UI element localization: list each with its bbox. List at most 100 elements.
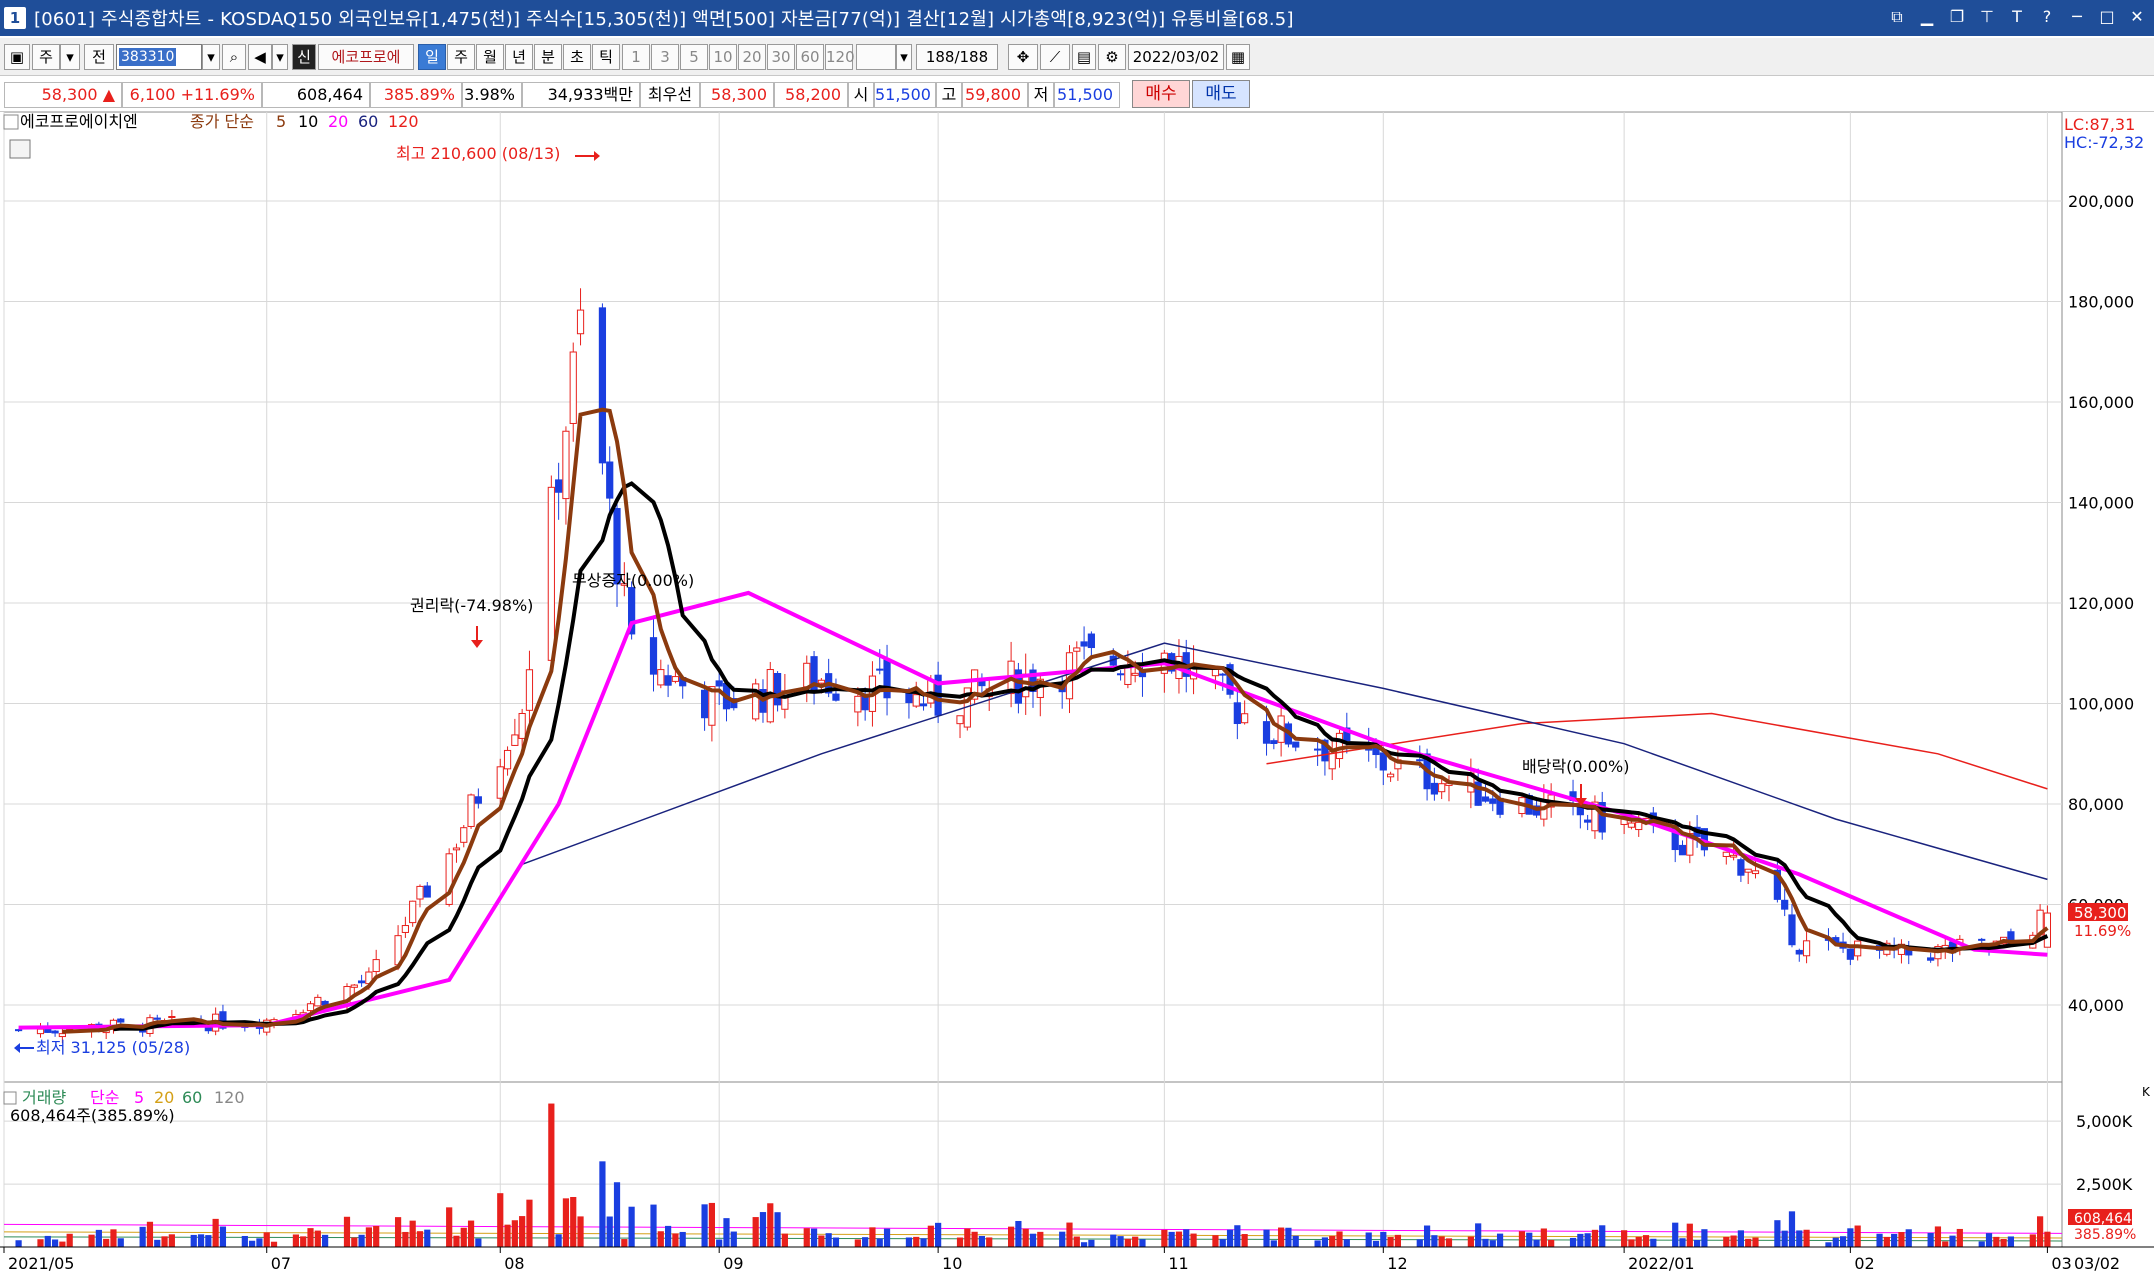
maximize-icon[interactable]: □ — [2096, 6, 2118, 28]
maximize-child-icon[interactable]: ❐ — [1946, 6, 1968, 28]
price-legend-name: 에코프로에이치엔 — [20, 112, 138, 131]
speaker-dropdown-icon[interactable]: ▾ — [272, 44, 288, 70]
volume-bar — [2037, 1216, 2044, 1247]
volume-bar — [803, 1228, 810, 1247]
pin-icon[interactable]: ⊤ — [1976, 6, 1998, 28]
volume-legend-name: 거래량 — [22, 1088, 66, 1107]
help-icon[interactable]: ? — [2036, 6, 2058, 28]
volume-bar — [1985, 1233, 1993, 1247]
interval-custom-input[interactable] — [856, 44, 896, 70]
prev-button[interactable]: 전 — [84, 44, 114, 70]
volume-bar — [1518, 1231, 1526, 1247]
stock-name-field[interactable]: 에코프로에 — [318, 44, 414, 70]
volume-bar — [1219, 1239, 1226, 1247]
period-tab-6[interactable]: 틱 — [592, 44, 620, 70]
candle-body — [1802, 940, 1811, 957]
volume-legend-ma-label: 단순 — [90, 1088, 119, 1107]
new-listing-badge: 신 — [292, 44, 316, 70]
volume-bar — [241, 1235, 248, 1247]
volume-bar — [1569, 1237, 1577, 1247]
stock-code-dropdown-icon[interactable]: ▾ — [202, 44, 220, 70]
period-tab-5[interactable]: 초 — [563, 44, 591, 70]
crosshair-icon[interactable]: ✥ — [1008, 44, 1038, 70]
annotation-dividend: 배당락(0.00%) — [1522, 757, 1629, 776]
period-tab-4[interactable]: 분 — [534, 44, 562, 70]
legend-toggle-icon[interactable] — [3, 114, 19, 130]
search-icon[interactable]: ⌕ — [222, 44, 246, 70]
sell-button[interactable]: 매도 — [1192, 80, 1250, 108]
last-ratio-tag: 385.89% — [2074, 1227, 2136, 1243]
volume-bar — [1263, 1229, 1270, 1247]
candle-body — [1627, 822, 1636, 828]
candle-body — [1729, 854, 1738, 858]
candle-body — [671, 676, 680, 682]
price-chart[interactable]: 40,00060,00080,000100,000120,000140,0001… — [0, 112, 2154, 1277]
interval-button-20[interactable]: 20 — [738, 44, 766, 70]
volume-bar — [1942, 1241, 1949, 1247]
volume-bar — [672, 1233, 679, 1247]
interval-button-5[interactable]: 5 — [680, 44, 708, 70]
candle-body — [58, 1033, 66, 1038]
period-mode-dropdown-icon[interactable]: ▾ — [60, 44, 80, 70]
annotation-rights: 권리락(-74.98%) — [410, 596, 533, 615]
interval-button-3[interactable]: 3 — [651, 44, 679, 70]
volume-bar — [475, 1238, 482, 1247]
volume-bar — [1832, 1237, 1839, 1247]
chart-settings-icon[interactable]: ▣ — [4, 44, 30, 70]
best-ask: 58,300 — [700, 82, 774, 108]
calendar-icon[interactable]: ▦ — [1226, 44, 1250, 70]
candle-body — [1219, 673, 1227, 676]
volume-bar — [1591, 1229, 1599, 1247]
x-tick-label: 07 — [271, 1254, 291, 1273]
candle-body — [1386, 773, 1395, 778]
interval-button-120[interactable]: 120 — [825, 44, 855, 70]
restore-layout-icon[interactable]: ⧉ — [1886, 6, 1908, 28]
volume-legend-toggle-icon[interactable] — [3, 1091, 17, 1105]
volume-bar — [2029, 1234, 2036, 1247]
price-legend-ma-label: 종가 단순 — [190, 112, 254, 131]
period-tab-3[interactable]: 년 — [505, 44, 533, 70]
candle-body — [876, 668, 884, 671]
interval-button-30[interactable]: 30 — [767, 44, 795, 70]
minimize-icon[interactable]: ─ — [2066, 6, 2088, 28]
table-view-icon[interactable] — [9, 139, 31, 159]
trendline-icon[interactable]: ⟋ — [1040, 44, 1070, 70]
interval-button-10[interactable]: 10 — [709, 44, 737, 70]
volume-bar — [161, 1236, 168, 1247]
volume-bar — [701, 1204, 708, 1247]
period-tab-0[interactable]: 일 — [418, 44, 446, 70]
close-icon[interactable]: ✕ — [2126, 6, 2148, 28]
volume-bar — [446, 1207, 453, 1247]
buy-button[interactable]: 매수 — [1132, 80, 1190, 108]
stock-code-input[interactable]: 383310 — [116, 44, 202, 70]
period-tab-2[interactable]: 월 — [476, 44, 504, 70]
count-field[interactable]: 188/188 — [916, 44, 998, 70]
interval-dropdown-icon[interactable]: ▾ — [896, 44, 912, 70]
x-tick-label: 2022/01 — [1628, 1254, 1694, 1273]
period-mode-select[interactable]: 주 — [32, 44, 60, 70]
gear-icon[interactable]: ⚙ — [1098, 44, 1126, 70]
volume-bar — [300, 1236, 307, 1247]
date-input[interactable]: 2022/03/02 — [1128, 44, 1224, 70]
candle-body — [423, 885, 431, 898]
minimize-child-icon[interactable]: ▁ — [1916, 6, 1938, 28]
volume-bar — [1621, 1230, 1628, 1247]
interval-button-1[interactable]: 1 — [622, 44, 650, 70]
candle-body — [1262, 721, 1271, 744]
volume-bar — [205, 1235, 212, 1247]
candle-body — [36, 1028, 45, 1035]
volume-bar — [825, 1233, 832, 1247]
candle-body — [350, 984, 358, 988]
volume-bar — [1241, 1234, 1248, 1247]
period-tab-1[interactable]: 주 — [447, 44, 475, 70]
volume-bar — [1387, 1237, 1394, 1247]
interval-button-60[interactable]: 60 — [796, 44, 824, 70]
candle-body — [306, 1003, 315, 1012]
speaker-icon[interactable]: ◀ — [248, 44, 272, 70]
volume-bar — [650, 1204, 657, 1247]
font-icon[interactable]: T — [2006, 6, 2028, 28]
candle-body — [1489, 798, 1497, 804]
volume-bar — [810, 1228, 818, 1247]
volume-bar — [555, 1234, 562, 1247]
save-icon[interactable]: ▤ — [1072, 44, 1096, 70]
